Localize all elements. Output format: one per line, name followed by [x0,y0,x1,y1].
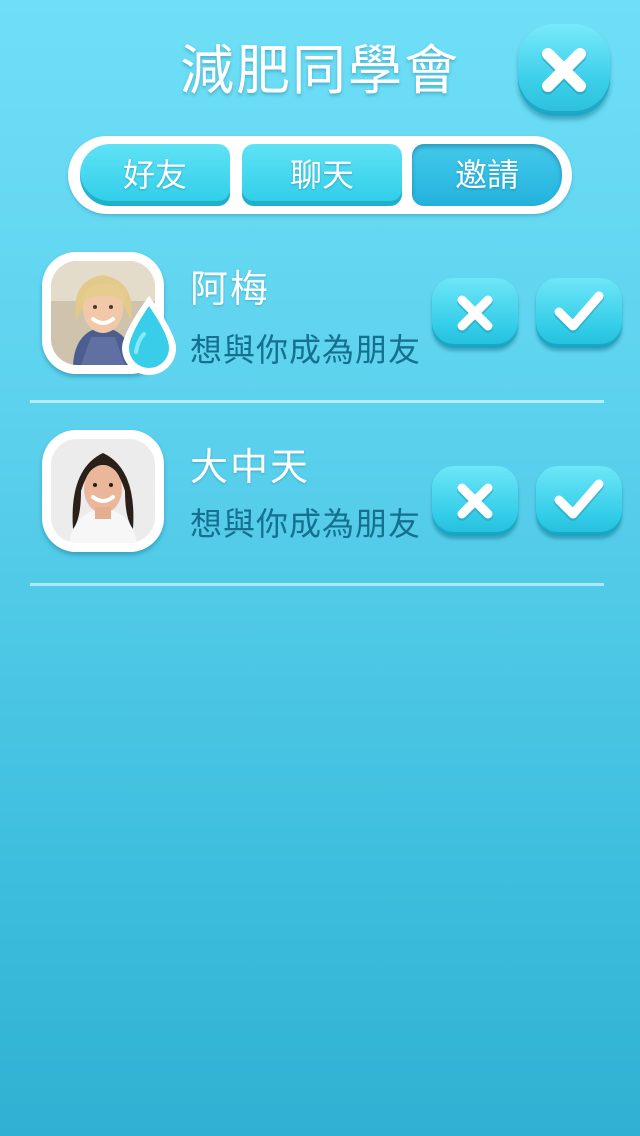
water-drop-icon [122,296,176,375]
invitation-item: 大中天 想與你成為朋友 [0,426,640,586]
decline-x-icon [457,483,493,521]
accept-button[interactable] [536,278,622,348]
close-button[interactable] [518,24,610,116]
accept-check-icon [554,291,604,333]
accept-check-icon [554,479,604,521]
divider [30,400,604,403]
tab-invitations[interactable]: 邀請 [412,144,562,206]
invitation-message: 想與你成為朋友 [190,331,422,369]
decline-x-icon [457,295,493,333]
tab-chat[interactable]: 聊天 [242,144,402,206]
invitation-item: 阿梅 想與你成為朋友 [0,248,640,408]
tab-friends[interactable]: 好友 [80,144,230,206]
decline-button[interactable] [432,466,518,536]
brunette-woman-avatar [51,439,155,543]
avatar [42,430,164,552]
invitation-message: 想與你成為朋友 [190,505,422,543]
invitation-name: 大中天 [190,445,311,489]
close-icon [541,48,587,95]
divider [30,583,604,586]
decline-button[interactable] [432,278,518,348]
tab-bar: 好友 聊天 邀請 [68,136,572,214]
invitation-name: 阿梅 [190,267,271,311]
accept-button[interactable] [536,466,622,536]
